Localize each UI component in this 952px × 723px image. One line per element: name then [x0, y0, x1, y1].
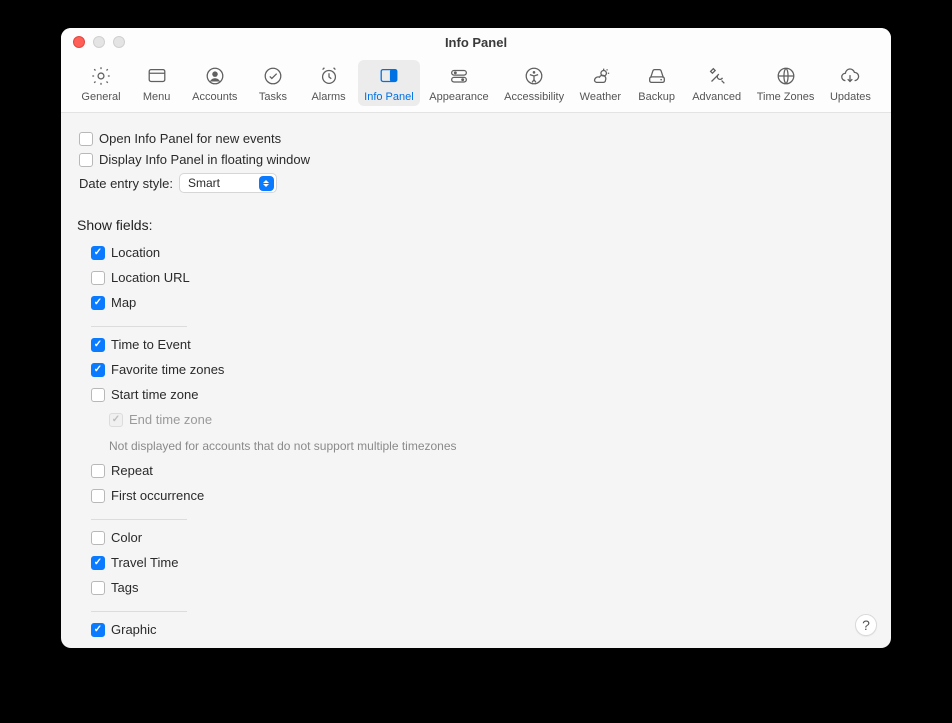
user-circle-icon — [204, 64, 226, 88]
tab-label: Menu — [143, 91, 171, 103]
tab-label: Accessibility — [504, 91, 564, 103]
tab-label: Backup — [638, 91, 675, 103]
tab-accessibility[interactable]: Accessibility — [498, 60, 570, 106]
tab-label: Appearance — [429, 91, 488, 103]
repeat-label: Repeat — [111, 463, 153, 478]
tab-label: Alarms — [311, 91, 345, 103]
travel-time-label: Travel Time — [111, 555, 178, 570]
graphic-checkbox[interactable] — [91, 623, 105, 637]
tab-appearance[interactable]: Appearance — [423, 60, 494, 106]
repeat-checkbox[interactable] — [91, 464, 105, 478]
checkmark-circle-icon — [262, 64, 284, 88]
tab-alarms[interactable]: Alarms — [303, 60, 355, 106]
favorite-time-zones-label: Favorite time zones — [111, 362, 224, 377]
location-checkbox[interactable] — [91, 246, 105, 260]
tab-label: Advanced — [692, 91, 741, 103]
tab-label: Tasks — [259, 91, 287, 103]
tags-checkbox[interactable] — [91, 581, 105, 595]
tab-info-panel[interactable]: Info Panel — [358, 60, 420, 106]
attachments-label: Attachments — [111, 647, 183, 648]
first-occurrence-checkbox[interactable] — [91, 489, 105, 503]
color-checkbox[interactable] — [91, 531, 105, 545]
floating-window-checkbox[interactable] — [79, 153, 93, 167]
window-icon — [146, 64, 168, 88]
favorite-time-zones-checkbox[interactable] — [91, 363, 105, 377]
cloud-download-icon — [839, 64, 861, 88]
preferences-toolbar: General Menu Accounts Tasks Alarms Info … — [61, 56, 891, 113]
date-entry-style-value: Smart — [188, 176, 220, 190]
start-time-zone-label: Start time zone — [111, 387, 198, 402]
tab-backup[interactable]: Backup — [631, 60, 683, 106]
tab-accounts[interactable]: Accounts — [186, 60, 243, 106]
location-url-checkbox[interactable] — [91, 271, 105, 285]
help-glyph: ? — [862, 617, 870, 633]
hard-drive-icon — [646, 64, 668, 88]
tab-label: Updates — [830, 91, 871, 103]
gear-icon — [90, 64, 112, 88]
color-label: Color — [111, 530, 142, 545]
travel-time-checkbox[interactable] — [91, 556, 105, 570]
tab-time-zones[interactable]: Time Zones — [751, 60, 821, 106]
first-occurrence-label: First occurrence — [111, 488, 204, 503]
tab-general[interactable]: General — [75, 60, 127, 106]
date-entry-style-select[interactable]: Smart — [179, 173, 277, 193]
group-separator — [91, 326, 187, 327]
map-checkbox[interactable] — [91, 296, 105, 310]
alarm-clock-icon — [318, 64, 340, 88]
show-fields-list: Location Location URL Map Time to Event … — [77, 245, 875, 648]
tab-label: Accounts — [192, 91, 237, 103]
location-url-label: Location URL — [111, 270, 190, 285]
tab-weather[interactable]: Weather — [574, 60, 627, 106]
map-label: Map — [111, 295, 136, 310]
show-fields-heading: Show fields: — [77, 217, 875, 233]
content-pane: Open Info Panel for new events Display I… — [61, 113, 891, 648]
location-label: Location — [111, 245, 160, 260]
tab-label: General — [81, 91, 120, 103]
preferences-window: Info Panel General Menu Accounts Tasks A… — [61, 28, 891, 648]
group-separator — [91, 519, 187, 520]
titlebar: Info Panel — [61, 28, 891, 56]
tab-label: Info Panel — [364, 91, 414, 103]
tools-icon — [706, 64, 728, 88]
cloud-sun-icon — [589, 64, 611, 88]
tab-updates[interactable]: Updates — [824, 60, 877, 106]
tab-menu[interactable]: Menu — [131, 60, 183, 106]
switches-icon — [448, 64, 470, 88]
tags-label: Tags — [111, 580, 138, 595]
start-time-zone-checkbox[interactable] — [91, 388, 105, 402]
date-entry-style-label: Date entry style: — [79, 176, 173, 191]
accessibility-icon — [523, 64, 545, 88]
sidebar-panel-icon — [378, 64, 400, 88]
attachments-checkbox[interactable] — [91, 648, 105, 649]
end-time-zone-checkbox — [109, 413, 123, 427]
open-new-events-checkbox[interactable] — [79, 132, 93, 146]
tab-label: Weather — [580, 91, 621, 103]
end-time-zone-label: End time zone — [129, 412, 212, 427]
globe-icon — [775, 64, 797, 88]
tab-advanced[interactable]: Advanced — [686, 60, 747, 106]
tab-label: Time Zones — [757, 91, 815, 103]
time-to-event-label: Time to Event — [111, 337, 191, 352]
group-separator — [91, 611, 187, 612]
floating-window-label: Display Info Panel in floating window — [99, 152, 310, 167]
time-to-event-checkbox[interactable] — [91, 338, 105, 352]
select-arrows-icon — [259, 176, 274, 191]
help-button[interactable]: ? — [855, 614, 877, 636]
multi-timezone-note: Not displayed for accounts that do not s… — [109, 439, 875, 453]
window-title: Info Panel — [61, 35, 891, 50]
tab-tasks[interactable]: Tasks — [247, 60, 299, 106]
graphic-label: Graphic — [111, 622, 157, 637]
open-new-events-label: Open Info Panel for new events — [99, 131, 281, 146]
